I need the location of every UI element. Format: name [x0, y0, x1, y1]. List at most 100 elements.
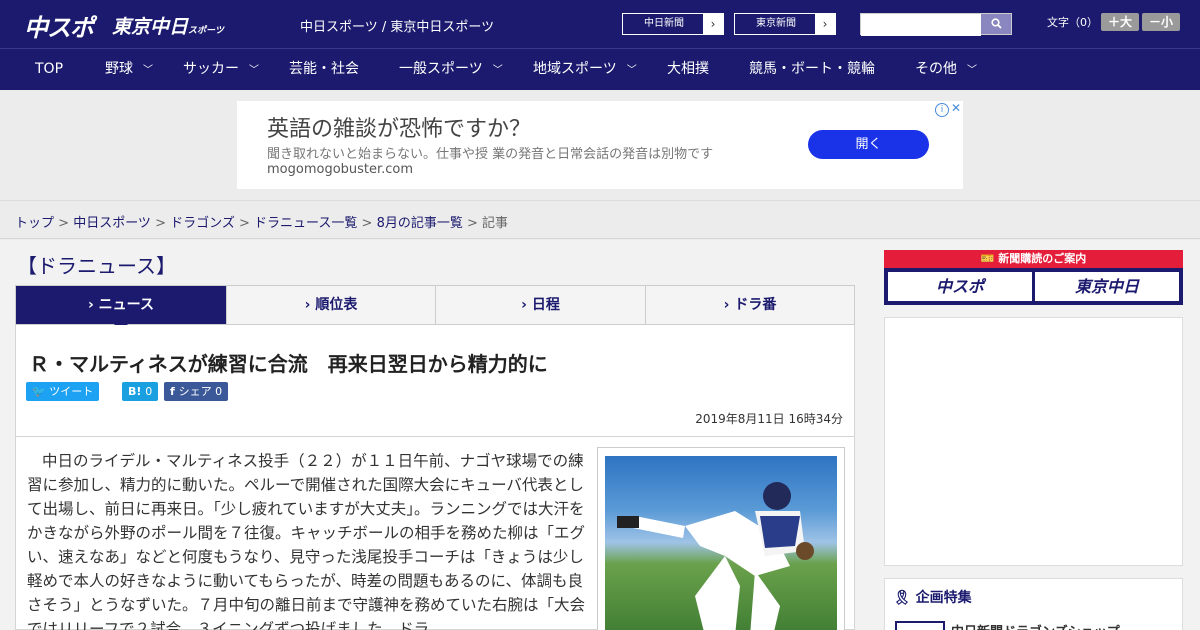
search-box: [860, 13, 1012, 36]
nav-item-label: 野球: [105, 61, 133, 77]
tokyo-chunichi-logo-text: 東京中日: [112, 16, 189, 38]
tab-arrow-icon: ›: [304, 297, 316, 313]
tab-standings[interactable]: › 順位表: [227, 286, 436, 324]
article: Ｒ・マルティネスが練習に合流 再来日翌日から精力的に 🐦 ツイート B! 0 f…: [15, 325, 855, 630]
tokyo-chunichi-logo[interactable]: 東京中日スポーツ: [112, 12, 224, 39]
nav-item-label: 一般スポーツ: [399, 61, 483, 77]
article-date: 2019年8月11日 16時34分: [695, 412, 843, 426]
nav-item-label: 地域スポーツ: [533, 61, 617, 77]
nav-item-baseball[interactable]: 野球 ﹀: [105, 49, 153, 90]
tweet-label: ツイート: [49, 385, 94, 398]
nav-item-top[interactable]: TOP: [35, 49, 63, 90]
font-size-label: 文字（0）: [1047, 16, 1098, 29]
tab-arrow-icon: ›: [88, 297, 99, 313]
ad-open-button[interactable]: 開く: [808, 130, 929, 159]
nav-item-label: 大相撲: [667, 61, 709, 77]
divider: [16, 436, 854, 437]
ad-description: 聞き取れないと始まらない。仕事や授 業の発音と日常会話の発音は別物です: [267, 147, 714, 162]
site-name: 中日スポーツ / 東京中日スポーツ: [300, 20, 495, 35]
article-photo[interactable]: [597, 447, 845, 630]
breadcrumb-bar: トップ > 中日スポーツ > ドラゴンズ > ドラニュース一覧 > 8月の記事一…: [0, 200, 1200, 239]
chevron-right-icon: ›: [703, 14, 723, 34]
hatena-button[interactable]: B! 0: [122, 382, 159, 401]
chevron-down-icon: ﹀: [492, 65, 503, 76]
chevron-down-icon: ﹀: [967, 65, 977, 76]
tab-label: ドラ番: [734, 297, 777, 313]
nav-item-label: その他: [915, 61, 957, 77]
breadcrumb-item[interactable]: トップ: [15, 216, 54, 231]
nav-item-entertainment[interactable]: 芸能・社会: [289, 49, 359, 90]
tab-dora-ban[interactable]: › ドラ番: [646, 286, 854, 324]
tab-arrow-icon: ›: [723, 297, 735, 313]
breadcrumb-current: 記事: [482, 216, 509, 231]
nav-item-label: 競馬・ボート・競輪: [749, 61, 875, 77]
photo-image: [605, 456, 837, 630]
breadcrumb-item[interactable]: 8月の記事一覧: [377, 216, 463, 231]
nav-item-sumo[interactable]: 大相撲: [667, 49, 709, 90]
nav-item-label: TOP: [35, 61, 64, 77]
chunichi-shimbun-link[interactable]: 中日新聞 ›: [622, 13, 724, 35]
pitcher-illustration: [617, 482, 814, 630]
special-item-thumbnail[interactable]: [895, 621, 945, 630]
tab-arrow-icon: ›: [521, 297, 532, 313]
tokyo-shimbun-label: 東京新聞: [756, 18, 796, 29]
nav-item-local-sports[interactable]: 地域スポーツ ﹀: [533, 49, 637, 90]
subscription-title: 🎫 新聞購読のご案内: [884, 250, 1183, 268]
chevron-down-icon: ﹀: [143, 65, 153, 76]
nav-item-general-sports[interactable]: 一般スポーツ ﹀: [399, 49, 503, 90]
breadcrumb: トップ > 中日スポーツ > ドラゴンズ > ドラニュース一覧 > 8月の記事一…: [15, 216, 509, 231]
font-smaller-button[interactable]: －小: [1142, 13, 1180, 31]
tweet-button[interactable]: 🐦 ツイート: [26, 382, 100, 401]
news-tabs: › ニュース › 順位表 › 日程 › ドラ番: [15, 285, 855, 331]
search-icon: [990, 18, 1002, 29]
chunichi-shimbun-label: 中日新聞: [644, 18, 684, 29]
search-input[interactable]: [861, 15, 981, 36]
twitter-icon: 🐦: [32, 385, 50, 398]
tab-schedule[interactable]: › 日程: [436, 286, 646, 324]
tab-label: ニュース: [98, 297, 154, 313]
breadcrumb-item[interactable]: 中日スポーツ: [73, 216, 151, 231]
close-icon[interactable]: ✕: [949, 101, 963, 115]
breadcrumb-item[interactable]: ドラニュース一覧: [254, 216, 357, 231]
font-larger-button[interactable]: ＋大: [1101, 13, 1139, 31]
facebook-icon: f: [170, 385, 179, 398]
info-icon[interactable]: i: [935, 103, 949, 117]
section-title: 【ドラニュース】: [17, 254, 176, 278]
ad-choices[interactable]: i ✕: [935, 101, 963, 117]
tab-label: 順位表: [315, 297, 358, 313]
main-nav: TOP 野球 ﹀ サッカー ﹀ 芸能・社会 一般スポーツ ﹀ 地域スポーツ ﹀ 大相撲 …: [0, 48, 1200, 90]
nav-item-label: サッカー: [183, 61, 239, 77]
nav-item-racing[interactable]: 競馬・ボート・競輪: [749, 49, 875, 90]
subscription-banner[interactable]: 🎫 新聞購読のご案内 中スポ 東京中日: [884, 250, 1183, 305]
chuspo-logo[interactable]: 中スポ: [24, 8, 94, 43]
ad-banner[interactable]: 英語の雑談が恐怖ですか？ 聞き取れないと始まらない。仕事や授 業の発音と日常会話…: [237, 101, 963, 189]
special-item-link[interactable]: 中日新聞ドラゴンズショップ: [951, 621, 1120, 630]
subscription-label: 新聞購読のご案内: [998, 252, 1087, 265]
facebook-share-label: シェア 0: [178, 385, 223, 398]
tab-label: 日程: [531, 297, 560, 313]
facebook-share-button[interactable]: f シェア 0: [164, 382, 229, 401]
special-features-label: 企画特集: [915, 590, 972, 606]
ribbon-icon: 🎗: [893, 590, 916, 606]
article-body: 中日のライデル・マルティネス投手（２２）が１１日午前、ナゴヤ球場での練習に参加し…: [27, 452, 586, 630]
chevron-down-icon: ﹀: [249, 65, 259, 76]
subscribe-tokyo-chunichi-button[interactable]: 東京中日: [1035, 272, 1179, 301]
ticket-icon: 🎫: [980, 252, 999, 265]
breadcrumb-item[interactable]: ドラゴンズ: [170, 216, 235, 231]
top-header: 中スポ 東京中日スポーツ 中日スポーツ / 東京中日スポーツ 中日新聞 › 東京…: [0, 0, 1200, 48]
article-headline: Ｒ・マルティネスが練習に合流 再来日翌日から精力的に: [29, 352, 548, 376]
special-features-title: 🎗 企画特集: [893, 587, 972, 607]
nav-item-soccer[interactable]: サッカー ﹀: [183, 49, 259, 90]
ad-title: 英語の雑談が恐怖ですか？: [267, 117, 532, 142]
hatena-count: 0: [145, 385, 153, 398]
tokyo-shimbun-link[interactable]: 東京新聞 ›: [734, 13, 836, 35]
ad-url: mogomogobuster.com: [267, 162, 414, 177]
chevron-right-icon: ›: [815, 14, 835, 34]
subscribe-chuspo-button[interactable]: 中スポ: [888, 272, 1032, 301]
special-features: 🎗 企画特集 中日新聞ドラゴンズショップ: [884, 578, 1183, 630]
search-button[interactable]: [981, 14, 1011, 34]
nav-item-other[interactable]: その他 ﹀: [915, 49, 977, 90]
chevron-down-icon: ﹀: [626, 65, 637, 76]
tab-news[interactable]: › ニュース: [16, 286, 227, 331]
tokyo-chunichi-logo-small: スポーツ: [188, 26, 224, 36]
